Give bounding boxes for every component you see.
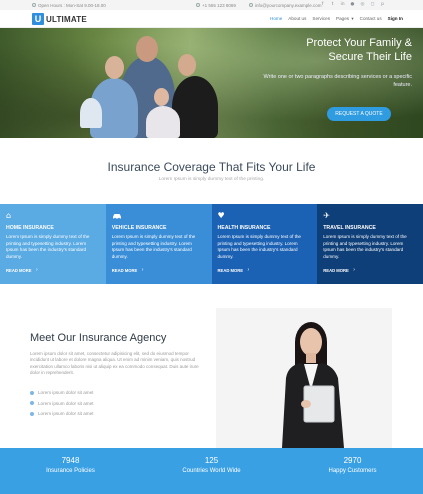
- hero-text: Write one or two paragraphs describing s…: [263, 74, 412, 88]
- stat-customers: 2970 Happy Customers: [282, 448, 423, 494]
- pinterest-icon[interactable]: p: [380, 2, 385, 7]
- stat-policies: 7948 Insurance Policies: [0, 448, 141, 494]
- dribbble-icon[interactable]: ◎: [360, 2, 365, 7]
- phone[interactable]: +1 555 123 8069: [196, 3, 236, 8]
- menu-sign-in[interactable]: Sign In: [388, 16, 403, 22]
- facebook-icon[interactable]: f: [320, 2, 325, 7]
- card-title: VEHICLE INSURANCE: [111, 225, 167, 231]
- top-bar: Open Hours : Mon-Sat 9.00-18.00 +1 555 1…: [0, 0, 423, 10]
- card-vehicle-insurance[interactable]: VEHICLE INSURANCE Lorem Ipsum is simply …: [105, 204, 212, 284]
- phone-icon: [196, 3, 200, 7]
- stat-number: 2970: [343, 456, 362, 465]
- chevron-right-icon: ›: [353, 267, 355, 273]
- menu-home[interactable]: Home: [270, 16, 282, 22]
- card-title: HOME INSURANCE: [6, 225, 54, 231]
- card-title: HEALTH INSURANCE: [217, 225, 271, 231]
- card-text: Lorem Ipsum is simply dummy text of the …: [111, 234, 196, 259]
- bullet-icon: [30, 411, 34, 416]
- coverage-title: Insurance Coverage That Fits Your Life: [107, 160, 316, 174]
- menu-services[interactable]: Services: [312, 16, 330, 22]
- list-item: Lorem ipsum dolor sit amet: [30, 411, 93, 416]
- logo-mark: U: [32, 13, 44, 25]
- menu-pages[interactable]: Pages ▾: [336, 16, 354, 22]
- bullet-icon: [30, 401, 34, 405]
- agency-title: Meet Our Insurance Agency: [30, 332, 167, 344]
- card-text: Lorem Ipsum is simply dummy text of the …: [6, 234, 90, 259]
- list-item-text: Lorem ipsum dolor sit amet: [38, 400, 94, 406]
- home-icon: ⌂: [6, 211, 12, 220]
- logo-text: ULTIMATE: [46, 14, 87, 24]
- list-item: Lorem ipsum dolor sit amet: [30, 390, 93, 395]
- hero-title: Protect Your Family & Secure Their Life: [306, 37, 412, 63]
- airplane-icon: ✈: [323, 211, 330, 220]
- card-text: Lorem Ipsum is simply dummy text of the …: [323, 234, 407, 259]
- twitter-icon[interactable]: t: [330, 2, 335, 7]
- request-quote-button[interactable]: REQUEST A QUOTE: [327, 107, 391, 121]
- chevron-down-icon: ▾: [350, 16, 354, 21]
- hero-banner: Protect Your Family & Secure Their Life …: [0, 28, 423, 138]
- stats-bar: 7948 Insurance Policies 125 Countries Wo…: [0, 448, 423, 494]
- read-more-link[interactable]: READ MORE: [6, 268, 32, 273]
- stat-label: Countries World Wide: [182, 468, 241, 474]
- list-item: Lorem ipsum dolor sit amet: [30, 401, 93, 406]
- read-more-link[interactable]: READ MORE: [112, 268, 138, 273]
- bullet-icon: [30, 390, 34, 395]
- chevron-right-icon: ›: [247, 267, 250, 273]
- menu-about[interactable]: About us: [288, 16, 306, 22]
- email[interactable]: info@yourcompany.example.com: [249, 3, 322, 8]
- email-text[interactable]: info@yourcompany.example.com: [255, 3, 322, 8]
- chevron-right-icon: ›: [141, 267, 144, 273]
- stat-countries: 125 Countries World Wide: [141, 448, 282, 494]
- list-item-text: Lorem ipsum dolor sit amet: [38, 390, 94, 395]
- agent-illustration: [216, 308, 392, 448]
- coverage-subtitle: Lorem Ipsum is simply dummy text of the …: [158, 177, 265, 182]
- girl-figure: [146, 106, 180, 138]
- agency-text: Lorem ipsum dolor sit amet, consectetur …: [30, 351, 199, 376]
- family-photo: [60, 28, 240, 138]
- card-title: TRAVEL INSURANCE: [323, 225, 376, 231]
- boy-head: [178, 54, 196, 76]
- menu: Home About us Services Pages ▾ Contact u…: [270, 16, 409, 22]
- card-health-insurance[interactable]: ♥ HEALTH INSURANCE Lorem Ipsum is simply…: [211, 204, 318, 284]
- clock-icon: [32, 3, 36, 7]
- email-icon: [249, 3, 253, 7]
- list-item-text: Lorem ipsum dolor sit amet: [38, 411, 94, 416]
- read-more-link[interactable]: READ MORE: [323, 268, 349, 273]
- stat-label: Happy Customers: [328, 468, 377, 474]
- stat-number: 7948: [61, 456, 80, 465]
- menu-contact[interactable]: Contact us: [360, 16, 382, 22]
- open-hours: Open Hours : Mon-Sat 9.00-18.00: [32, 3, 106, 8]
- car-icon: [112, 212, 122, 220]
- baby-figure: [80, 98, 102, 128]
- stat-number: 125: [204, 456, 219, 465]
- social-links: f t in ● ◎ ◻ p: [320, 2, 385, 7]
- phone-text[interactable]: +1 555 123 8069: [202, 3, 236, 8]
- card-text: Lorem Ipsum is simply dummy text of the …: [217, 234, 301, 259]
- main-nav: U ULTIMATE Home About us Services Pages …: [0, 10, 423, 28]
- linkedin-icon[interactable]: in: [340, 2, 345, 7]
- insurance-cards: ⌂ HOME INSURANCE Lorem Ipsum is simply d…: [0, 204, 423, 284]
- girl-head: [154, 88, 169, 106]
- chevron-right-icon: ›: [36, 267, 38, 273]
- agency-bullet-list: Lorem ipsum dolor sit amet Lorem ipsum d…: [30, 390, 93, 422]
- logo[interactable]: U ULTIMATE: [32, 13, 87, 25]
- read-more-link[interactable]: READ MORE: [218, 268, 244, 273]
- agent-photo: [216, 308, 392, 448]
- card-home-insurance[interactable]: ⌂ HOME INSURANCE Lorem Ipsum is simply d…: [0, 204, 106, 284]
- mother-head: [105, 56, 124, 79]
- stat-label: Insurance Policies: [46, 468, 95, 474]
- menu-pages-label: Pages: [336, 16, 350, 21]
- flickr-icon[interactable]: ●: [350, 2, 355, 7]
- heart-icon: ♥: [217, 211, 225, 220]
- card-travel-insurance[interactable]: ✈ TRAVEL INSURANCE Lorem Ipsum is simply…: [317, 204, 423, 284]
- instagram-icon[interactable]: ◻: [370, 2, 375, 7]
- father-head: [136, 36, 158, 62]
- open-hours-text: Open Hours : Mon-Sat 9.00-18.00: [38, 2, 106, 8]
